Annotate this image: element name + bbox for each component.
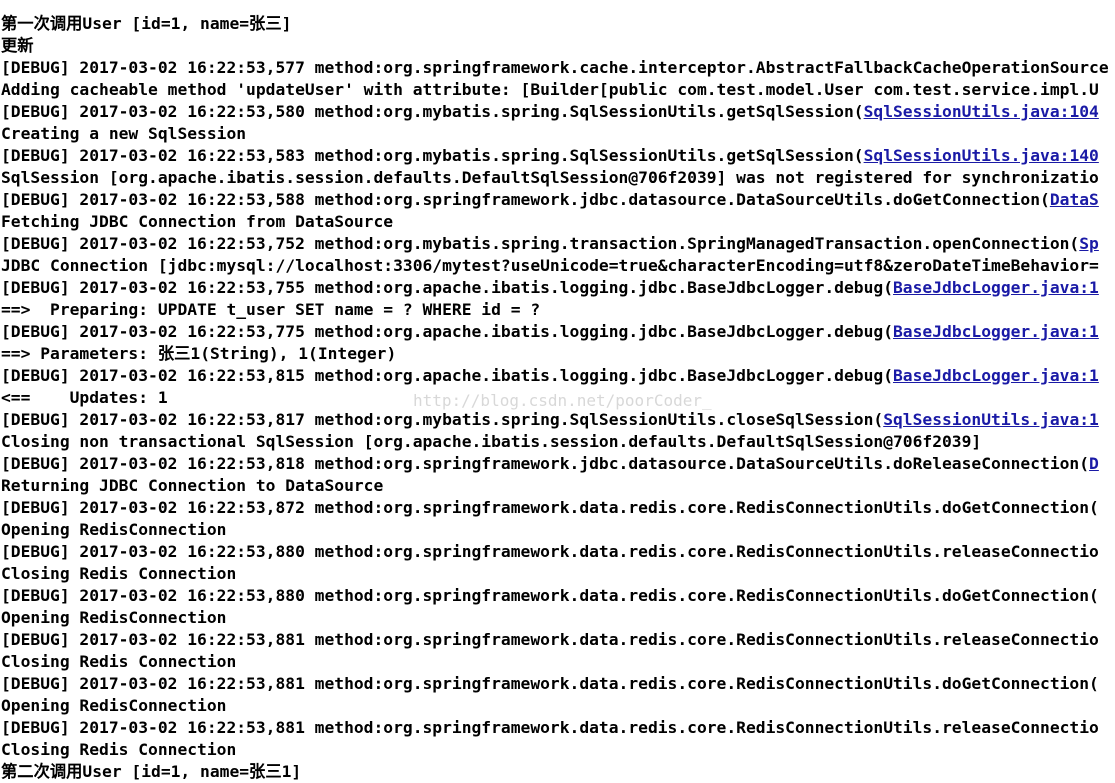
console-line: [DEBUG] 2017-03-02 16:22:53,881 method:o… bbox=[1, 717, 1115, 739]
console-line: [DEBUG] 2017-03-02 16:22:53,881 method:o… bbox=[1, 673, 1115, 695]
source-link[interactable]: BaseJdbcLogger.java:1 bbox=[893, 278, 1099, 297]
source-link[interactable]: BaseJdbcLogger.java:1 bbox=[893, 322, 1099, 341]
console-line: JDBC Connection [jdbc:mysql://localhost:… bbox=[1, 255, 1115, 277]
console-line: [DEBUG] 2017-03-02 16:22:53,817 method:o… bbox=[1, 409, 1115, 431]
console-line-text: 更新 bbox=[1, 36, 34, 55]
console-line: Closing Redis Connection bbox=[1, 651, 1115, 673]
console-line-text: 第一次调用User [id=1, name=张三] bbox=[1, 14, 292, 33]
console-line-text: [DEBUG] 2017-03-02 16:22:53,775 method:o… bbox=[1, 322, 893, 341]
console-line-text: Opening RedisConnection bbox=[1, 520, 227, 539]
console-line: Fetching JDBC Connection from DataSource bbox=[1, 211, 1115, 233]
console-line-text: ==> Preparing: UPDATE t_user SET name = … bbox=[1, 300, 541, 319]
console-line: 第二次调用User [id=1, name=张三1] bbox=[1, 761, 1115, 783]
console-line: ==> Parameters: 张三1(String), 1(Integer) bbox=[1, 343, 1115, 365]
console-line-text: Closing Redis Connection bbox=[1, 564, 237, 583]
console-line-text: Opening RedisConnection bbox=[1, 696, 227, 715]
console-line: [DEBUG] 2017-03-02 16:22:53,775 method:o… bbox=[1, 321, 1115, 343]
source-link[interactable]: BaseJdbcLogger.java:1 bbox=[893, 366, 1099, 385]
console-line: Opening RedisConnection bbox=[1, 607, 1115, 629]
console-line: [DEBUG] 2017-03-02 16:22:53,580 method:o… bbox=[1, 101, 1115, 123]
console-line: 更新 bbox=[1, 35, 1115, 57]
console-line-text: Closing Redis Connection bbox=[1, 652, 237, 671]
console-line-text: [DEBUG] 2017-03-02 16:22:53,580 method:o… bbox=[1, 102, 864, 121]
console-line-text: [DEBUG] 2017-03-02 16:22:53,818 method:o… bbox=[1, 454, 1090, 473]
console-line: Creating a new SqlSession bbox=[1, 123, 1115, 145]
console-line: [DEBUG] 2017-03-02 16:22:53,588 method:o… bbox=[1, 189, 1115, 211]
console-line-text: [DEBUG] 2017-03-02 16:22:53,881 method:o… bbox=[1, 674, 1099, 693]
source-link[interactable]: SqlSessionUtils.java:140 bbox=[864, 146, 1099, 165]
console-line-text: Closing Redis Connection bbox=[1, 740, 237, 759]
console-line-text: JDBC Connection [jdbc:mysql://localhost:… bbox=[1, 256, 1099, 275]
console-line: [DEBUG] 2017-03-02 16:22:53,752 method:o… bbox=[1, 233, 1115, 255]
console-line-text: Closing non transactional SqlSession [or… bbox=[1, 432, 982, 451]
console-line: [DEBUG] 2017-03-02 16:22:53,577 method:o… bbox=[1, 57, 1115, 79]
console-line-text: [DEBUG] 2017-03-02 16:22:53,577 method:o… bbox=[1, 58, 1109, 77]
console-line-text: [DEBUG] 2017-03-02 16:22:53,583 method:o… bbox=[1, 146, 864, 165]
console-line-text: Creating a new SqlSession bbox=[1, 124, 247, 143]
console-line-text: [DEBUG] 2017-03-02 16:22:53,881 method:o… bbox=[1, 630, 1099, 649]
console-line: SqlSession [org.apache.ibatis.session.de… bbox=[1, 167, 1115, 189]
console-line-text: [DEBUG] 2017-03-02 16:22:53,880 method:o… bbox=[1, 586, 1099, 605]
console-line-text: Closing Redis Connection bbox=[1, 0, 237, 11]
console-line-text: ==> Parameters: 张三1(String), 1(Integer) bbox=[1, 344, 397, 363]
console-line: Closing Redis Connection bbox=[1, 563, 1115, 585]
console-line: Opening RedisConnection bbox=[1, 695, 1115, 717]
console-output: Closing Redis Connection 第一次调用User [id=1,… bbox=[1, 0, 1115, 783]
console-line-text: [DEBUG] 2017-03-02 16:22:53,817 method:o… bbox=[1, 410, 884, 429]
source-link[interactable]: Sp bbox=[1079, 234, 1099, 253]
console-line: Closing Redis Connection bbox=[1, 739, 1115, 761]
console-line-text: 第二次调用User [id=1, name=张三1] bbox=[1, 762, 302, 781]
console-line: ==> Preparing: UPDATE t_user SET name = … bbox=[1, 299, 1115, 321]
console-line: [DEBUG] 2017-03-02 16:22:53,815 method:o… bbox=[1, 365, 1115, 387]
console-line: Returning JDBC Connection to DataSource bbox=[1, 475, 1115, 497]
console-line-text: <== Updates: 1 bbox=[1, 388, 168, 407]
console-line-text: [DEBUG] 2017-03-02 16:22:53,755 method:o… bbox=[1, 278, 893, 297]
console-line: [DEBUG] 2017-03-02 16:22:53,583 method:o… bbox=[1, 145, 1115, 167]
console-line: [DEBUG] 2017-03-02 16:22:53,880 method:o… bbox=[1, 541, 1115, 563]
console-line-text: [DEBUG] 2017-03-02 16:22:53,588 method:o… bbox=[1, 190, 1050, 209]
console-line-text: Fetching JDBC Connection from DataSource bbox=[1, 212, 394, 231]
source-link[interactable]: SqlSessionUtils.java:104 bbox=[864, 102, 1099, 121]
console-line-text: Returning JDBC Connection to DataSource bbox=[1, 476, 384, 495]
console-line: Opening RedisConnection bbox=[1, 519, 1115, 541]
console-line: Adding cacheable method 'updateUser' wit… bbox=[1, 79, 1115, 101]
console-line-text: [DEBUG] 2017-03-02 16:22:53,815 method:o… bbox=[1, 366, 893, 385]
console-line: [DEBUG] 2017-03-02 16:22:53,880 method:o… bbox=[1, 585, 1115, 607]
source-link[interactable]: SqlSessionUtils.java:1 bbox=[883, 410, 1099, 429]
console-line: Closing Redis Connection bbox=[1, 0, 1115, 13]
console-line-text: [DEBUG] 2017-03-02 16:22:53,752 method:o… bbox=[1, 234, 1080, 253]
console-line-text: SqlSession [org.apache.ibatis.session.de… bbox=[1, 168, 1099, 187]
console-line: <== Updates: 1 bbox=[1, 387, 1115, 409]
source-link[interactable]: D bbox=[1089, 454, 1099, 473]
console-line-text: [DEBUG] 2017-03-02 16:22:53,881 method:o… bbox=[1, 718, 1099, 737]
console-line: [DEBUG] 2017-03-02 16:22:53,881 method:o… bbox=[1, 629, 1115, 651]
source-link[interactable]: DataS bbox=[1050, 190, 1099, 209]
console-line-text: Adding cacheable method 'updateUser' wit… bbox=[1, 80, 1099, 99]
console-line: [DEBUG] 2017-03-02 16:22:53,818 method:o… bbox=[1, 453, 1115, 475]
console-line-text: Opening RedisConnection bbox=[1, 608, 227, 627]
console-line: 第一次调用User [id=1, name=张三] bbox=[1, 13, 1115, 35]
console-line: [DEBUG] 2017-03-02 16:22:53,872 method:o… bbox=[1, 497, 1115, 519]
console-line-text: [DEBUG] 2017-03-02 16:22:53,880 method:o… bbox=[1, 542, 1099, 561]
console-line-text: [DEBUG] 2017-03-02 16:22:53,872 method:o… bbox=[1, 498, 1099, 517]
console-line: Closing non transactional SqlSession [or… bbox=[1, 431, 1115, 453]
console-line: [DEBUG] 2017-03-02 16:22:53,755 method:o… bbox=[1, 277, 1115, 299]
